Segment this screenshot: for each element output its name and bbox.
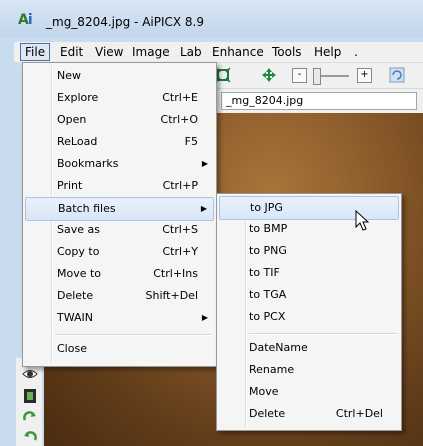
submenu-arrow-icon: ▶ [200, 204, 207, 213]
arrow-cursor-icon [355, 210, 369, 231]
file-menu-reload[interactable]: ReLoad F5 [25, 131, 214, 153]
toolbar: - + [215, 63, 423, 89]
zoom-slider-track[interactable] [321, 75, 349, 77]
left-toolbar [16, 358, 42, 446]
batch-to-tif[interactable]: to TIF [219, 262, 399, 284]
address-bar: _mg_8204.jpg [215, 89, 423, 113]
menu-item-shortcut: Ctrl+P [162, 179, 198, 192]
window-title: _mg_8204.jpg - AiPICX 8.9 [46, 15, 205, 29]
menu-item-label: Save as [57, 223, 100, 236]
file-menu-save-as[interactable]: Save as Ctrl+S [25, 219, 214, 241]
batch-to-bmp[interactable]: to BMP [219, 218, 399, 240]
menu-item-label: to BMP [249, 222, 288, 235]
zoom-slider-thumb[interactable] [313, 68, 321, 85]
move-icon[interactable] [261, 67, 277, 83]
menu-item-label: Print [57, 179, 83, 192]
menu-image[interactable]: Image [128, 44, 174, 60]
menu-item-label: Delete [249, 407, 286, 420]
batch-to-pcx[interactable]: to PCX [219, 306, 399, 328]
menu-item-shortcut: Ctrl+Y [162, 245, 198, 258]
rotate-left-icon[interactable] [22, 430, 38, 446]
menu-lab[interactable]: Lab [176, 44, 206, 60]
batch-rename[interactable]: Rename [219, 359, 399, 381]
file-menu-close[interactable]: Close [25, 338, 214, 360]
menu-file[interactable]: File [20, 43, 51, 61]
file-menu-new[interactable]: New [25, 65, 214, 87]
batch-to-tga[interactable]: to TGA [219, 284, 399, 306]
batch-files-submenu: to JPG to BMP to PNG to TIF to TGA to PC… [216, 193, 402, 431]
app-window: Ai _mg_8204.jpg - AiPICX 8.9 File Edit V… [0, 0, 423, 446]
rotate-right-icon[interactable] [22, 410, 38, 426]
menu-bar: File Edit View Image Lab Enhance Tools H… [14, 42, 423, 63]
file-menu-open[interactable]: Open Ctrl+O [25, 109, 214, 131]
menu-item-label: DateName [249, 341, 308, 354]
menu-item-label: Open [57, 113, 87, 126]
filmstrip-icon[interactable] [22, 388, 38, 404]
menu-enhance[interactable]: Enhance [208, 44, 268, 60]
menu-item-label: ReLoad [57, 135, 98, 148]
batch-move[interactable]: Move [219, 381, 399, 403]
title-bar: Ai _mg_8204.jpg - AiPICX 8.9 [0, 0, 423, 37]
menu-item-label: Rename [249, 363, 295, 376]
menu-separator [249, 333, 397, 335]
menu-item-shortcut: Ctrl+O [160, 113, 198, 126]
menu-item-shortcut: Ctrl+E [162, 91, 198, 104]
eye-icon[interactable] [22, 366, 38, 382]
menu-item-label: to JPG [250, 201, 283, 214]
file-menu-print[interactable]: Print Ctrl+P [25, 175, 214, 197]
menu-item-label: Explore [57, 91, 99, 104]
menu-item-label: Bookmarks [57, 157, 119, 170]
menu-item-shortcut: Ctrl+Ins [153, 267, 198, 280]
filename-field[interactable]: _mg_8204.jpg [221, 92, 417, 110]
file-menu-move-to[interactable]: Move to Ctrl+Ins [25, 263, 214, 285]
zoom-fit-icon[interactable] [215, 67, 231, 83]
menu-overflow[interactable]: . [350, 44, 362, 60]
submenu-arrow-icon: ▶ [201, 159, 208, 168]
menu-item-label: to PCX [249, 310, 286, 323]
batch-to-jpg[interactable]: to JPG [219, 196, 399, 220]
menu-edit[interactable]: Edit [56, 44, 87, 60]
menu-item-label: Delete [57, 289, 94, 302]
menu-item-label: New [57, 69, 81, 82]
menu-item-label: to TGA [249, 288, 287, 301]
menu-item-label: TWAIN [57, 311, 93, 324]
zoom-plus-icon[interactable]: + [357, 68, 372, 83]
menu-item-label: Copy to [57, 245, 100, 258]
batch-to-png[interactable]: to PNG [219, 240, 399, 262]
app-logo-icon: Ai [18, 12, 33, 28]
file-menu-batch-files[interactable]: Batch files ▶ [25, 197, 214, 221]
menu-item-shortcut: Ctrl+Del [335, 407, 383, 420]
menu-item-label: to PNG [249, 244, 287, 257]
menu-item-shortcut: F5 [184, 135, 198, 148]
batch-delete[interactable]: Delete Ctrl+Del [219, 403, 399, 425]
menu-view[interactable]: View [91, 44, 127, 60]
submenu-arrow-icon: ▶ [201, 313, 208, 322]
refresh-icon[interactable] [389, 67, 405, 83]
menu-separator [55, 334, 212, 336]
menu-item-shortcut: Ctrl+S [162, 223, 198, 236]
menu-tools[interactable]: Tools [268, 44, 306, 60]
menu-item-label: Move [249, 385, 279, 398]
file-menu-explore[interactable]: Explore Ctrl+E [25, 87, 214, 109]
file-menu: New Explore Ctrl+E Open Ctrl+O ReLoad F5… [22, 62, 217, 367]
zoom-minus-icon[interactable]: - [292, 68, 307, 83]
batch-datename[interactable]: DateName [219, 337, 399, 359]
menu-item-shortcut: Shift+Del [145, 289, 198, 302]
file-menu-twain[interactable]: TWAIN ▶ [25, 307, 214, 329]
menu-item-label: to TIF [249, 266, 280, 279]
file-menu-bookmarks[interactable]: Bookmarks ▶ [25, 153, 214, 175]
menu-item-label: Batch files [58, 202, 116, 215]
menu-item-label: Move to [57, 267, 102, 280]
file-menu-delete[interactable]: Delete Shift+Del [25, 285, 214, 307]
menu-help[interactable]: Help [310, 44, 345, 60]
menu-item-label: Close [57, 342, 87, 355]
file-menu-copy-to[interactable]: Copy to Ctrl+Y [25, 241, 214, 263]
